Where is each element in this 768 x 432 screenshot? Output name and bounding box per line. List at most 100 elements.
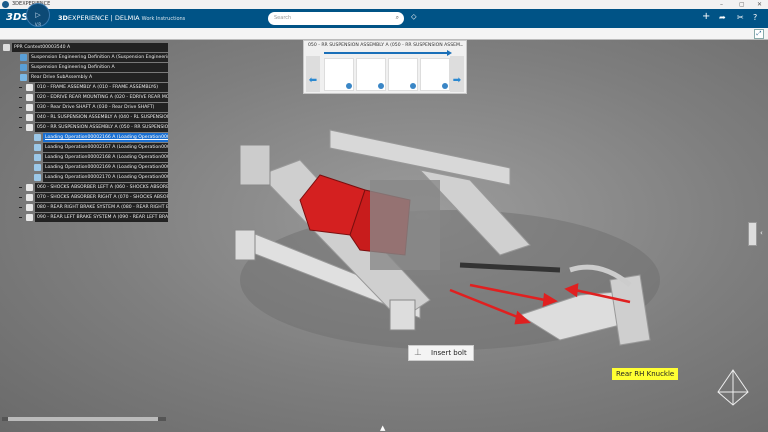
- add-icon[interactable]: +: [702, 11, 710, 22]
- side-panel-toggle[interactable]: [748, 222, 757, 246]
- tree-item-label: 030 - Rear Drive SHAFT A (030 - Rear Dri…: [35, 103, 168, 112]
- chevron-left-icon[interactable]: ‹: [760, 229, 763, 237]
- left-arrow-icon: ⬅: [308, 75, 318, 86]
- tree-item[interactable]: 050 - RR SUSPENSION ASSEMBLY A (050 - RR…: [0, 123, 168, 133]
- maximize-button[interactable]: ▢: [739, 0, 745, 9]
- tree-item-label: PPR Context00003540 A: [12, 43, 168, 52]
- specification-tree: PPR Context00003540 A Suspension Engineer…: [0, 43, 168, 223]
- help-icon[interactable]: ?: [753, 13, 757, 22]
- brand-3d: 3D: [58, 14, 68, 22]
- chevron-up-icon[interactable]: ▲: [380, 424, 385, 432]
- collapse-icon[interactable]: [19, 117, 22, 118]
- tree-item[interactable]: Rear Drive SubAssembly A: [0, 73, 168, 83]
- add-icon: [442, 83, 448, 89]
- tree-item-label: Rear Drive SubAssembly A: [29, 73, 168, 82]
- search-icon[interactable]: ⌕: [396, 14, 399, 22]
- tree-item[interactable]: Loading Operation00002168 A (Loading Ope…: [0, 153, 168, 163]
- minimize-button[interactable]: –: [720, 0, 723, 9]
- insert-bolt-label: Insert bolt: [431, 349, 467, 357]
- tools-icon[interactable]: ✂: [737, 13, 744, 22]
- tree-item[interactable]: 040 - RL SUSPENSION ASSEMBLY A (040 - RL…: [0, 113, 168, 123]
- filmstrip-title: 050 - RR SUSPENSION ASSEMBLY A (050 - RR…: [308, 43, 460, 48]
- loading-icon: [34, 134, 41, 141]
- add-icon: [378, 83, 384, 89]
- tree-item-label: 060 - SHOCKS ABSORBER LEFT A (060 - SHOC…: [35, 183, 168, 192]
- sub-toolbar: ⤢: [0, 28, 768, 40]
- scrollbar-thumb[interactable]: [8, 417, 158, 421]
- ppr-icon: [3, 44, 10, 51]
- engineering-icon: [20, 64, 27, 71]
- tree-item[interactable]: 090 - REAR LEFT BRAKE SYSTEM A (090 - RE…: [0, 213, 168, 223]
- tree-item[interactable]: 010 - FRAME ASSEMBLY A (010 - FRAME ASSE…: [0, 83, 168, 93]
- tree-item[interactable]: 080 - REAR RIGHT BRAKE SYSTEM A (080 - R…: [0, 203, 168, 213]
- add-icon: [346, 83, 352, 89]
- tree-item[interactable]: Suspension Engineering Definition A (Sus…: [0, 53, 168, 63]
- tree-item[interactable]: Suspension Engineering Definition A: [0, 63, 168, 73]
- next-button[interactable]: ➡: [450, 56, 464, 92]
- tree-item[interactable]: 060 - SHOCKS ABSORBER LEFT A (060 - SHOC…: [0, 183, 168, 193]
- thumbnail-nut[interactable]: [420, 58, 450, 91]
- collapse-icon[interactable]: [19, 187, 22, 188]
- tree-item[interactable]: 070 - SHOCKS ABSORBER RIGHT A (070 - SHO…: [0, 193, 168, 203]
- tree-item[interactable]: 020 - EDRIVE REAR MOUNTING A (020 - EDRI…: [0, 93, 168, 103]
- collapse-icon[interactable]: [19, 97, 22, 98]
- expand-icon[interactable]: ⤢: [754, 29, 764, 39]
- add-icon: [410, 83, 416, 89]
- operation-icon: [26, 194, 33, 201]
- tree-item[interactable]: Loading Operation00002167 A (Loading Ope…: [0, 143, 168, 153]
- thumbnail-nut[interactable]: [324, 58, 354, 91]
- tree-item-label: Loading Operation00002166 A (Loading Ope…: [43, 133, 168, 142]
- app-name: Work Instructions: [141, 16, 186, 22]
- tag-icon[interactable]: ⬦: [411, 12, 417, 22]
- insert-bolt-callout[interactable]: ⊥ Insert bolt: [408, 345, 474, 361]
- operation-icon: [26, 124, 33, 131]
- progress-arrow: [324, 50, 452, 56]
- previous-button[interactable]: ⬅: [306, 56, 320, 92]
- collapse-icon[interactable]: [19, 107, 22, 108]
- collapse-icon[interactable]: [19, 217, 22, 218]
- tree-item[interactable]: Loading Operation00002170 A (Loading Ope…: [0, 173, 168, 183]
- collapse-icon[interactable]: [19, 207, 22, 208]
- tree-item-label: 020 - EDRIVE REAR MOUNTING A (020 - EDRI…: [35, 93, 168, 102]
- compass-button[interactable]: ▷ V.R: [26, 3, 50, 27]
- tree-item[interactable]: Loading Operation00002169 A (Loading Ope…: [0, 163, 168, 173]
- bolt-icon: ⊥: [414, 348, 422, 358]
- window-titlebar: 3DEXPERIENCE – ▢ ✕: [0, 0, 768, 9]
- share-icon[interactable]: ➦: [719, 13, 726, 22]
- tree-item-label: Loading Operation00002168 A (Loading Ope…: [43, 153, 168, 162]
- thumbnail-bolt[interactable]: [388, 58, 418, 91]
- loading-icon: [34, 144, 41, 151]
- operation-icon: [26, 114, 33, 121]
- knuckle-label: Rear RH Knuckle: [616, 370, 675, 378]
- app-title: 3DEXPERIENCE | DELMIA Work Instructions: [58, 14, 185, 22]
- loading-icon: [34, 154, 41, 161]
- subassembly-icon: [20, 74, 27, 81]
- tree-item-label: 070 - SHOCKS ABSORBER RIGHT A (070 - SHO…: [35, 193, 168, 202]
- tree-item[interactable]: 030 - Rear Drive SHAFT A (030 - Rear Dri…: [0, 103, 168, 113]
- tree-horizontal-scrollbar[interactable]: [2, 417, 166, 421]
- collapse-icon[interactable]: [19, 197, 22, 198]
- collapse-icon[interactable]: [19, 87, 22, 88]
- collapse-icon[interactable]: [19, 127, 22, 128]
- operation-icon: [26, 214, 33, 221]
- tree-item[interactable]: PPR Context00003540 A: [0, 43, 168, 53]
- app-logo-icon: [2, 1, 9, 8]
- operation-filmstrip: 050 - RR SUSPENSION ASSEMBLY A (050 - RR…: [303, 40, 467, 94]
- right-arrow-icon: ➡: [452, 75, 462, 86]
- compass-label: V.R: [34, 22, 42, 27]
- tree-item-label: Suspension Engineering Definition A: [29, 63, 168, 72]
- operation-icon: [26, 94, 33, 101]
- operation-icon: [26, 184, 33, 191]
- tree-item-label: Loading Operation00002169 A (Loading Ope…: [43, 163, 168, 172]
- tree-item-label: 010 - FRAME ASSEMBLY A (010 - FRAME ASSE…: [35, 83, 168, 92]
- tree-item[interactable]: Loading Operation00002166 A (Loading Ope…: [0, 133, 168, 143]
- loading-icon: [34, 174, 41, 181]
- close-button[interactable]: ✕: [757, 0, 762, 9]
- tree-item-label: 050 - RR SUSPENSION ASSEMBLY A (050 - RR…: [35, 123, 168, 132]
- search-input[interactable]: Search ⌕: [268, 12, 404, 25]
- filmstrip-minimize-button[interactable]: –: [460, 42, 463, 49]
- thumbnail-bolt[interactable]: [356, 58, 386, 91]
- compass-widget[interactable]: [717, 369, 749, 406]
- knuckle-callout[interactable]: Rear RH Knuckle: [612, 368, 679, 380]
- operation-icon: [26, 204, 33, 211]
